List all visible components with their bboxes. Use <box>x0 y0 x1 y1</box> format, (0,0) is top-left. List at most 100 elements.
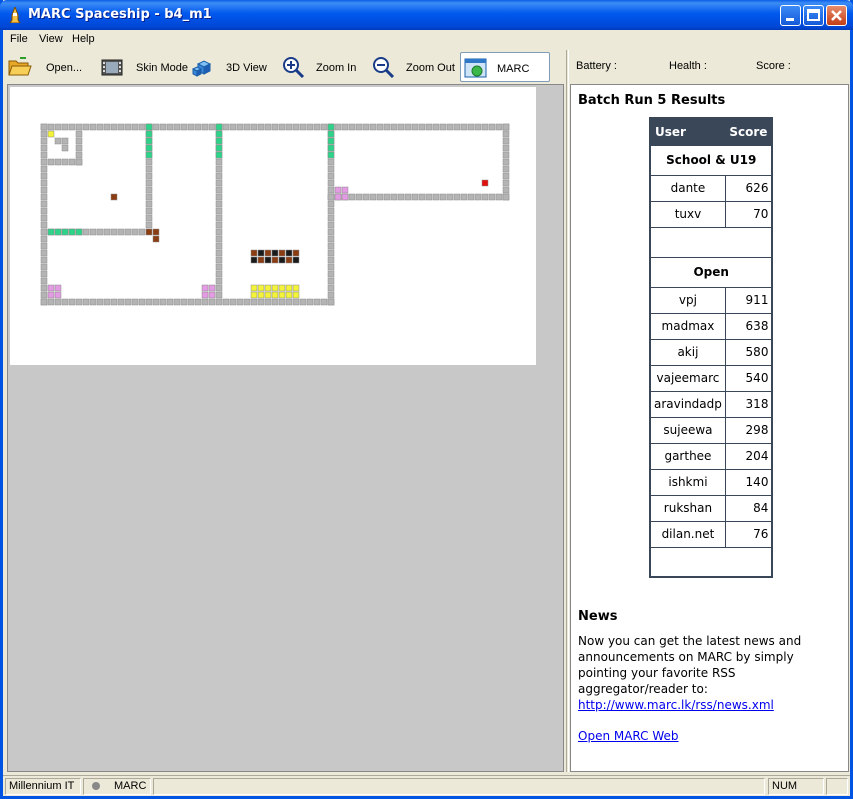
results-row: vajeemarc 540 <box>649 364 773 392</box>
wall-block <box>418 123 426 131</box>
wall-block <box>145 214 153 222</box>
yellow-block <box>292 291 300 299</box>
wall-block <box>40 193 48 201</box>
wall-block <box>40 207 48 215</box>
menu-view[interactable]: View <box>39 33 63 45</box>
battery-label: Battery : <box>576 60 617 72</box>
rss-link[interactable]: http://www.marc.lk/rss/news.xml <box>578 698 774 712</box>
news-text: Now you can get the latest news and anno… <box>578 634 802 696</box>
status-num: NUM <box>768 778 824 795</box>
wall-block <box>145 207 153 215</box>
wall-block <box>215 291 223 299</box>
wall-block <box>40 137 48 145</box>
pink-block <box>54 284 62 292</box>
map-viewport[interactable] <box>7 84 564 772</box>
green-block <box>145 137 153 145</box>
maximize-icon <box>807 9 820 21</box>
wall-block <box>243 123 251 131</box>
wall-block <box>145 179 153 187</box>
status-indicator-icon <box>92 782 100 790</box>
zoom-in-button[interactable]: Zoom In <box>281 52 359 82</box>
wall-block <box>40 123 48 131</box>
wall-block <box>75 144 83 152</box>
wall-block <box>40 235 48 243</box>
wall-block <box>411 193 419 201</box>
score-cell: 580 <box>724 338 773 366</box>
results-panel: Batch Run 5 Results User Score School & … <box>570 84 849 772</box>
wall-block <box>390 193 398 201</box>
pink-block <box>334 186 342 194</box>
wall-block <box>439 193 447 201</box>
zoom-out-label: Zoom Out <box>406 62 455 74</box>
pink-block <box>341 186 349 194</box>
obstacle-block <box>285 256 293 264</box>
wall-block <box>215 235 223 243</box>
wall-block <box>215 221 223 229</box>
green-block <box>327 123 335 131</box>
marc-button[interactable]: MARC <box>460 52 550 82</box>
wall-block <box>110 298 118 306</box>
3d-view-button[interactable]: 3D View <box>192 52 268 82</box>
yellow-block <box>278 284 286 292</box>
menu-file[interactable]: File <box>10 33 28 45</box>
results-group-row: School & U19 <box>649 144 773 176</box>
wall-block <box>481 123 489 131</box>
window-title: MARC Spaceship - b4_m1 <box>28 7 212 22</box>
status-resize-grip[interactable] <box>826 778 848 795</box>
menu-help[interactable]: Help <box>72 33 95 45</box>
obstacle-block <box>271 249 279 257</box>
close-button[interactable] <box>826 5 847 26</box>
wall-block <box>47 298 55 306</box>
green-block <box>327 130 335 138</box>
user-cell: sujeewa <box>649 416 726 444</box>
results-header-row: User Score <box>650 118 773 145</box>
green-block <box>54 228 62 236</box>
results-spacer-row <box>649 226 773 258</box>
wall-block <box>502 130 510 138</box>
wall-block <box>61 158 69 166</box>
minimize-button[interactable] <box>780 5 801 26</box>
status-bar: Millennium IT MARC NUM <box>3 775 850 796</box>
wall-block <box>215 193 223 201</box>
wall-block <box>103 298 111 306</box>
wall-block <box>152 298 160 306</box>
wall-block <box>327 214 335 222</box>
panel-splitter[interactable] <box>566 50 569 772</box>
wall-block <box>355 123 363 131</box>
maze-map[interactable] <box>10 87 536 365</box>
wall-block <box>432 123 440 131</box>
wall-block <box>61 137 69 145</box>
wall-block <box>502 123 510 131</box>
open-marc-web-link[interactable]: Open MARC Web <box>578 729 679 743</box>
results-row: vpj 911 <box>649 286 773 314</box>
open-button[interactable]: Open... <box>8 52 90 82</box>
wall-block <box>446 193 454 201</box>
wall-block <box>292 298 300 306</box>
title-bar[interactable]: MARC Spaceship - b4_m1 <box>0 0 853 30</box>
results-row: rukshan 84 <box>649 494 773 522</box>
score-column-header: Score <box>725 118 773 145</box>
wall-block <box>166 298 174 306</box>
browser-window-icon <box>464 58 487 78</box>
user-cell: vajeemarc <box>649 364 726 392</box>
wall-block <box>215 172 223 180</box>
maximize-button[interactable] <box>803 5 824 26</box>
menu-bar: File View Help <box>3 30 850 49</box>
wall-block <box>138 123 146 131</box>
folder-open-icon <box>8 57 32 76</box>
wall-block <box>264 298 272 306</box>
wall-block <box>40 291 48 299</box>
wall-block <box>362 193 370 201</box>
wall-block <box>131 123 139 131</box>
obstacle-block <box>285 249 293 257</box>
wall-block <box>145 298 153 306</box>
results-title: Batch Run 5 Results <box>578 93 726 108</box>
wall-block <box>425 123 433 131</box>
results-row: aravindadp 318 <box>649 390 773 418</box>
skin-mode-button[interactable]: Skin Mode <box>100 52 188 82</box>
wall-block <box>236 298 244 306</box>
wall-block <box>124 123 132 131</box>
zoom-out-button[interactable]: Zoom Out <box>371 52 457 82</box>
results-row: garthee 204 <box>649 442 773 470</box>
pink-block <box>47 284 55 292</box>
